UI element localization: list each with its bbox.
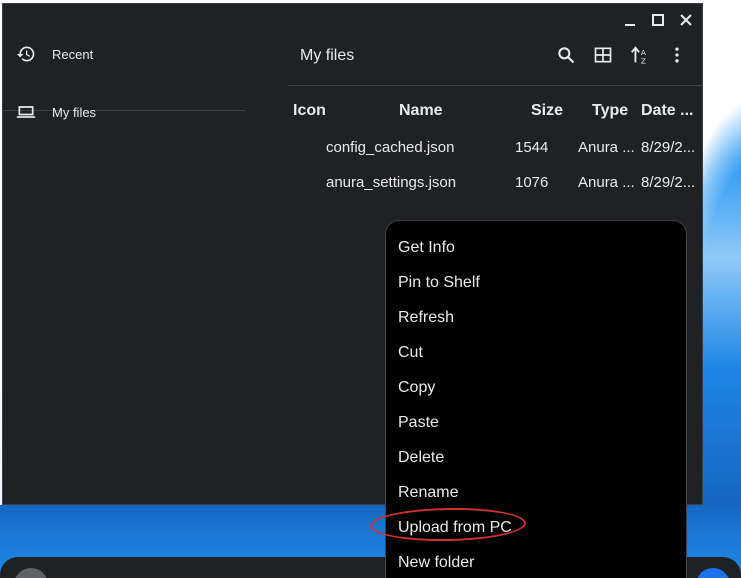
window-controls: [620, 10, 696, 30]
grid-view-icon[interactable]: [591, 43, 614, 66]
history-icon: [15, 43, 37, 65]
menu-item-pin-to-shelf[interactable]: Pin to Shelf: [398, 269, 480, 297]
file-date: 8/29/2...: [641, 139, 696, 156]
header-divider: [288, 85, 702, 86]
laptop-icon: [15, 101, 37, 123]
sidebar-item-recent[interactable]: Recent: [15, 37, 93, 71]
file-size: 1076: [515, 174, 549, 191]
maximize-icon[interactable]: [648, 10, 668, 30]
file-date: 8/29/2...: [641, 174, 696, 191]
menu-item-copy[interactable]: Copy: [398, 374, 435, 402]
menu-item-cut[interactable]: Cut: [398, 339, 423, 367]
menu-item-refresh[interactable]: Refresh: [398, 304, 454, 332]
svg-text:Z: Z: [640, 56, 645, 65]
sidebar-item-label: Recent: [52, 46, 94, 62]
sort-icon[interactable]: A Z: [628, 43, 651, 66]
file-type: Anura ...: [578, 139, 635, 156]
file-size: 1544: [515, 139, 549, 156]
menu-item-get-info[interactable]: Get Info: [398, 234, 455, 262]
menu-item-rename[interactable]: Rename: [398, 479, 458, 507]
column-header-type[interactable]: Type: [592, 102, 628, 120]
file-name: anura_settings.json: [326, 174, 457, 191]
column-header-size[interactable]: Size: [531, 102, 563, 120]
page-title: My files: [300, 47, 355, 64]
more-vert-icon[interactable]: [665, 43, 688, 66]
menu-item-delete[interactable]: Delete: [398, 444, 444, 472]
menu-item-upload-from-pc[interactable]: Upload from PC: [398, 514, 512, 542]
sidebar-item-label: My files: [52, 104, 97, 120]
minimize-icon[interactable]: [620, 10, 640, 30]
column-header-name[interactable]: Name: [399, 102, 443, 120]
menu-item-new-folder[interactable]: New folder: [398, 549, 474, 577]
column-header-date[interactable]: Date ...: [641, 102, 693, 120]
search-icon[interactable]: [554, 43, 577, 66]
close-icon[interactable]: [676, 10, 696, 30]
sidebar: Recent My files: [3, 32, 246, 502]
menu-item-paste[interactable]: Paste: [398, 409, 439, 437]
sidebar-item-my-files[interactable]: My files: [15, 95, 96, 129]
wallpaper-wave: [703, 150, 741, 510]
context-menu: Get Info Pin to Shelf Refresh Cut Copy P…: [385, 220, 687, 578]
file-type: Anura ...: [578, 174, 635, 191]
file-name: config_cached.json: [326, 139, 455, 156]
toolbar: A Z: [554, 43, 688, 66]
column-header-icon[interactable]: Icon: [293, 102, 326, 120]
